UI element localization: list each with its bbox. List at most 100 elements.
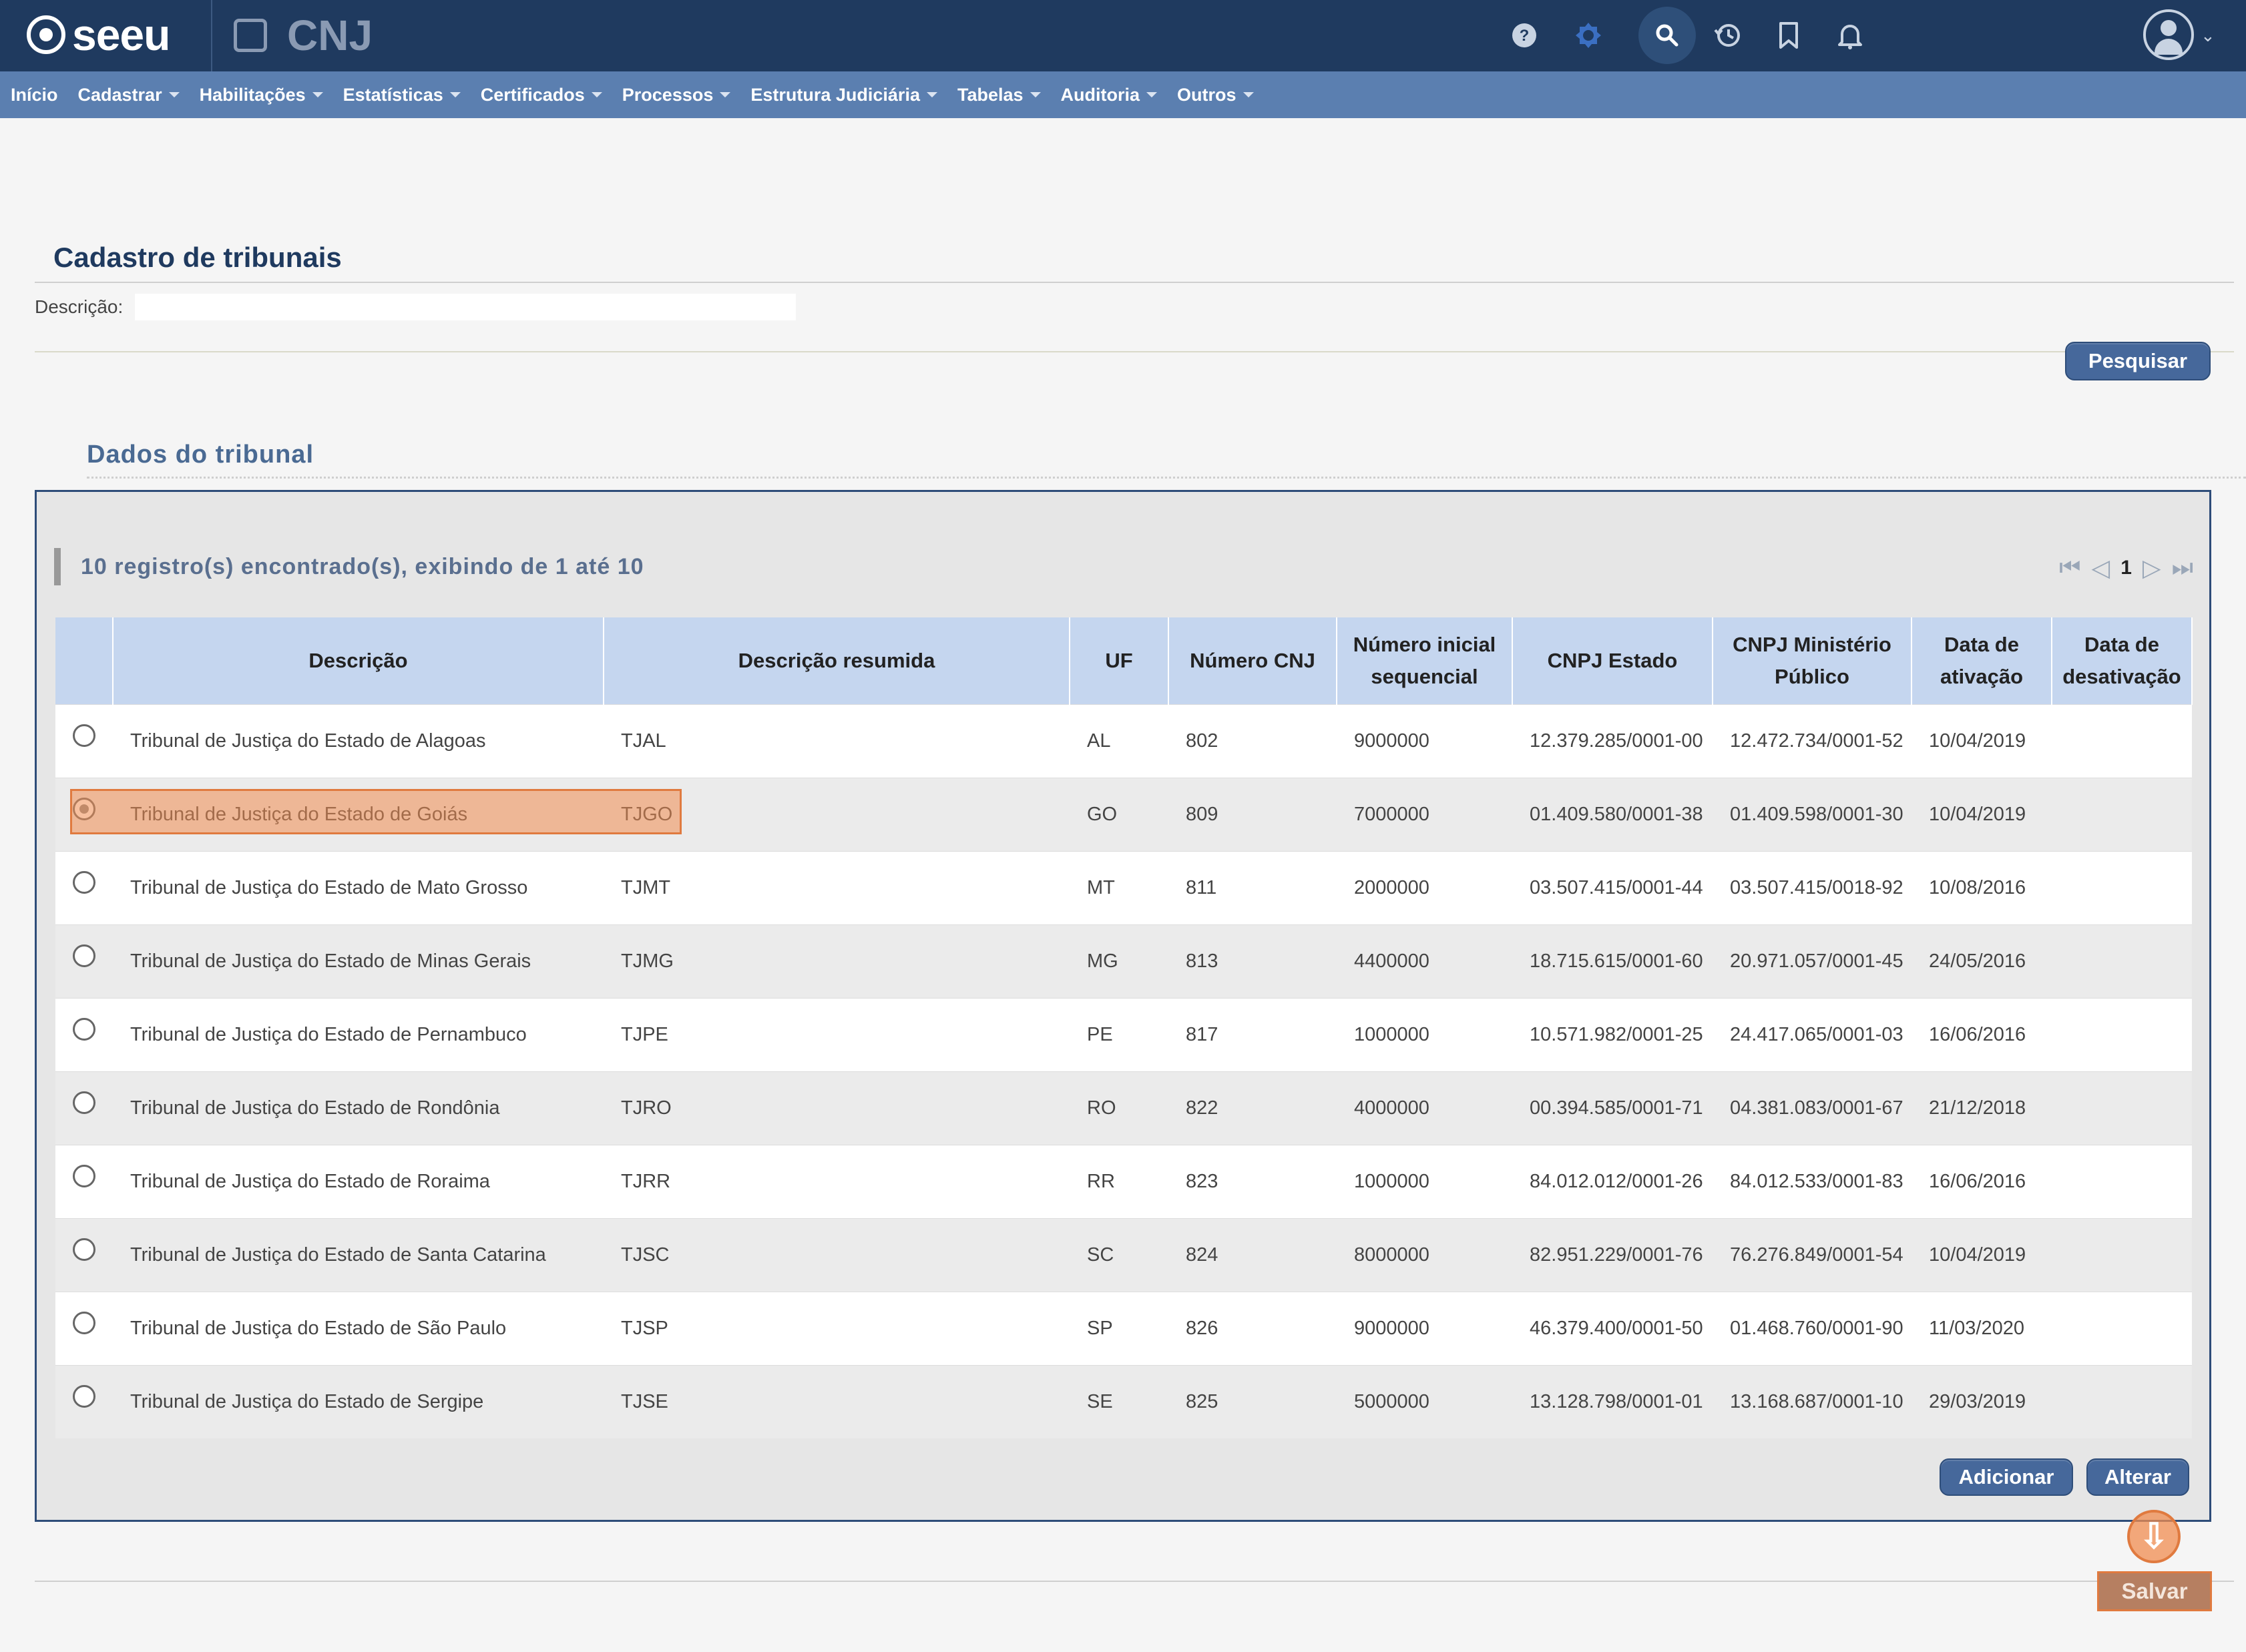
header-data-desativacao[interactable]: Data de desativação: [2052, 617, 2193, 704]
cell-numero-inicial: 1000000: [1337, 997, 1512, 1071]
chevron-down-icon: [1030, 92, 1041, 97]
table-row[interactable]: Tribunal de Justiça do Estado de Minas G…: [55, 924, 2192, 998]
cell-numero-inicial: 9000000: [1337, 1291, 1512, 1365]
menu-item-certificados[interactable]: Certificados: [481, 85, 602, 105]
first-page-icon[interactable]: ⏮: [2059, 553, 2080, 582]
menu-item-estrutura-judiciaria[interactable]: Estrutura Judiciária: [750, 85, 937, 105]
menu-item-cadastrar[interactable]: Cadastrar: [78, 85, 180, 105]
chevron-down-icon: [720, 92, 731, 97]
row-radio-button[interactable]: [73, 1018, 95, 1041]
history-icon[interactable]: [1707, 15, 1748, 56]
menu-item-auditoria[interactable]: Auditoria: [1061, 85, 1158, 105]
seeu-logo[interactable]: seeu: [27, 8, 170, 61]
row-radio-button[interactable]: [73, 1312, 95, 1335]
select-cell: [55, 1364, 113, 1438]
tribunals-table: Descrição Descrição resumida UF Número C…: [55, 617, 2193, 1438]
add-button[interactable]: Adicionar: [1940, 1458, 2073, 1496]
header-numero-inicial[interactable]: Número inicial sequencial: [1337, 617, 1513, 704]
table-row[interactable]: Tribunal de Justiça do Estado de São Pau…: [55, 1291, 2192, 1365]
description-input[interactable]: [135, 294, 796, 320]
table-row[interactable]: Tribunal de Justiça do Estado de Sergipe…: [55, 1364, 2192, 1438]
edit-button[interactable]: Alterar: [2086, 1458, 2189, 1496]
cell-descricao-resumida: TJSC: [604, 1217, 1070, 1292]
menu-item-habilitacoes[interactable]: Habilitações: [200, 85, 323, 105]
chevron-down-icon: [591, 92, 602, 97]
menu-item-inicio[interactable]: Início: [11, 85, 58, 105]
cell-numero-cnj: 824: [1168, 1217, 1337, 1292]
table-row[interactable]: Tribunal de Justiça do Estado de Pernamb…: [55, 997, 2192, 1071]
results-panel: 10 registro(s) encontrado(s), exibindo d…: [35, 490, 2211, 1522]
header-select: [55, 617, 114, 704]
cell-numero-inicial: 9000000: [1337, 704, 1512, 778]
cell-numero-cnj: 825: [1168, 1364, 1337, 1438]
divider: [35, 351, 2234, 352]
records-summary: 10 registro(s) encontrado(s), exibindo d…: [54, 548, 644, 585]
cell-data-desativacao: [2052, 1217, 2192, 1292]
bell-icon[interactable]: [1829, 15, 1871, 56]
header-numero-cnj[interactable]: Número CNJ: [1168, 617, 1337, 704]
table-row[interactable]: Tribunal de Justiça do Estado de Rondôni…: [55, 1071, 2192, 1145]
row-radio-button[interactable]: [73, 724, 95, 748]
row-radio-button[interactable]: [73, 1091, 95, 1115]
chevron-down-icon: [1243, 92, 1254, 97]
cell-data-desativacao: [2052, 1144, 2192, 1218]
header-descricao-resumida[interactable]: Descrição resumida: [604, 617, 1070, 704]
cell-descricao-resumida: TJRO: [604, 1071, 1070, 1145]
select-cell: [55, 704, 113, 778]
menu-item-estatisticas[interactable]: Estatísticas: [343, 85, 461, 105]
select-cell: [55, 1144, 113, 1218]
cell-descricao: Tribunal de Justiça do Estado de São Pau…: [113, 1291, 604, 1365]
row-radio-button[interactable]: [73, 1165, 95, 1188]
cell-uf: AL: [1070, 704, 1168, 778]
table-row[interactable]: Tribunal de Justiça do Estado de Roraima…: [55, 1144, 2192, 1218]
table-row[interactable]: Tribunal de Justiça do Estado de Santa C…: [55, 1217, 2192, 1292]
chevron-down-icon[interactable]: ⌄: [2201, 25, 2215, 46]
select-cell: [55, 1217, 113, 1292]
menu-item-tabelas[interactable]: Tabelas: [957, 85, 1041, 105]
menu-item-outros[interactable]: Outros: [1177, 85, 1254, 105]
cell-data-ativacao: 21/12/2018: [1912, 1071, 2052, 1145]
header-descricao[interactable]: Descrição: [113, 617, 604, 704]
bookmark-icon[interactable]: [1768, 15, 1809, 56]
next-page-icon[interactable]: ▷: [2143, 554, 2161, 582]
help-icon[interactable]: ?: [1504, 15, 1545, 56]
table-row[interactable]: Tribunal de Justiça do Estado de Mato Gr…: [55, 850, 2192, 924]
cell-uf: RR: [1070, 1144, 1168, 1218]
save-button[interactable]: Salvar: [2097, 1571, 2212, 1611]
search-icon[interactable]: [1638, 7, 1696, 64]
chevron-down-icon: [168, 92, 180, 97]
prev-page-icon[interactable]: ◁: [2092, 554, 2110, 582]
header-cnpj-estado[interactable]: CNPJ Estado: [1512, 617, 1713, 704]
select-cell: [55, 1291, 113, 1365]
header-uf[interactable]: UF: [1070, 617, 1169, 704]
cell-cnpj-estado: 84.012.012/0001-26: [1512, 1144, 1713, 1218]
row-radio-button[interactable]: [73, 1238, 95, 1262]
cell-data-ativacao: 24/05/2016: [1912, 924, 2052, 998]
user-avatar-icon[interactable]: [2143, 9, 2194, 60]
header-cnpj-mp[interactable]: CNPJ Ministério Público: [1713, 617, 1912, 704]
cell-cnpj-estado: 13.128.798/0001-01: [1512, 1364, 1713, 1438]
row-radio-button[interactable]: [73, 944, 95, 968]
row-radio-button[interactable]: [73, 871, 95, 894]
header-data-ativacao[interactable]: Data de ativação: [1912, 617, 2052, 704]
search-button[interactable]: Pesquisar: [2065, 342, 2211, 380]
cell-data-ativacao: 10/04/2019: [1912, 1217, 2052, 1292]
theme-icon[interactable]: [1568, 15, 1609, 56]
cell-numero-cnj: 811: [1168, 850, 1337, 924]
cell-data-ativacao: 10/08/2016: [1912, 850, 2052, 924]
cell-numero-inicial: 1000000: [1337, 1144, 1512, 1218]
last-page-icon[interactable]: ⏭: [2172, 553, 2193, 582]
cell-descricao: Tribunal de Justiça do Estado de Minas G…: [113, 924, 604, 998]
row-radio-button[interactable]: [73, 1385, 95, 1408]
cell-descricao: Tribunal de Justiça do Estado de Sergipe: [113, 1364, 604, 1438]
cell-uf: RO: [1070, 1071, 1168, 1145]
chevron-down-icon: [449, 92, 461, 97]
menu-item-processos[interactable]: Processos: [622, 85, 731, 105]
cell-data-desativacao: [2052, 997, 2192, 1071]
cell-cnpj-estado: 01.409.580/0001-38: [1512, 777, 1713, 851]
cell-cnpj-estado: 18.715.615/0001-60: [1512, 924, 1713, 998]
table-row[interactable]: Tribunal de Justiça do Estado de Alagoas…: [55, 704, 2192, 778]
cell-numero-inicial: 5000000: [1337, 1364, 1512, 1438]
cell-numero-cnj: 823: [1168, 1144, 1337, 1218]
cell-descricao-resumida: TJAL: [604, 704, 1070, 778]
